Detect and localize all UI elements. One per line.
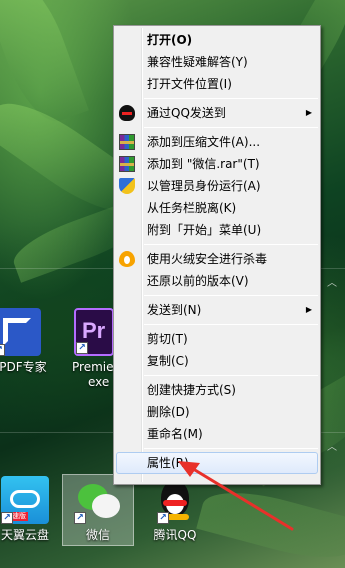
menu-item-label: 从任务栏脱离(K) (147, 201, 237, 215)
menu-item-label: 复制(C) (147, 354, 189, 368)
menu-item-label: 打开(O) (147, 33, 193, 47)
menu-item-label: 兼容性疑难解答(Y) (147, 55, 248, 69)
winrar-icon (119, 134, 135, 150)
menu-item-label: 删除(D) (147, 405, 190, 419)
menu-item-label: 使用火绒安全进行杀毒 (147, 252, 268, 266)
pdf-app-icon: ↗ (0, 308, 41, 356)
shortcut-arrow-icon: ↗ (1, 512, 13, 524)
menu-separator (144, 375, 318, 376)
menu-separator (144, 448, 318, 449)
menu-item-label: 添加到压缩文件(A)... (147, 135, 261, 149)
group-collapse-icon[interactable]: ︿ (327, 438, 337, 453)
huorong-icon (119, 251, 135, 267)
menu-separator (144, 127, 318, 128)
desktop-icon-tianyi-cloud[interactable]: 极速版 ↗ 天翼云盘 (0, 476, 56, 543)
menu-item-create-shortcut[interactable]: 创建快捷方式(S) (114, 379, 320, 401)
menu-item-label: 发送到(N) (147, 303, 202, 317)
menu-item-delete[interactable]: 删除(D) (114, 401, 320, 423)
desktop-icon-premiere[interactable]: Pr ↗ Premie exe (68, 308, 114, 390)
annotation-arrow (178, 461, 294, 531)
menu-item-label: 附到「开始」菜单(U) (147, 223, 262, 237)
menu-item-rename[interactable]: 重命名(M) (114, 423, 320, 445)
menu-item-label: 打开文件位置(I) (147, 77, 232, 91)
menu-item-label: 通过QQ发送到 (147, 106, 226, 120)
cloud-app-icon: 极速版 ↗ (1, 476, 49, 524)
menu-separator (144, 98, 318, 99)
menu-separator (144, 295, 318, 296)
menu-item-add-to-rar[interactable]: 添加到 "微信.rar"(T) (114, 153, 320, 175)
menu-item-add-to-archive[interactable]: 添加到压缩文件(A)... (114, 131, 320, 153)
menu-item-restore-previous[interactable]: 还原以前的版本(V) (114, 270, 320, 292)
desktop-icon-label: 微信 (85, 528, 110, 542)
menu-item-label: 创建快捷方式(S) (147, 383, 236, 397)
menu-separator (144, 244, 318, 245)
menu-item-label: 以管理员身份运行(A) (147, 179, 261, 193)
menu-item-compat-troubleshoot[interactable]: 兼容性疑难解答(Y) (114, 51, 320, 73)
menu-item-pin-start[interactable]: 附到「开始」菜单(U) (114, 219, 320, 241)
menu-item-huorong-scan[interactable]: 使用火绒安全进行杀毒 (114, 248, 320, 270)
menu-item-label: 还原以前的版本(V) (147, 274, 249, 288)
desktop-icon-label: 天翼云盘 (0, 528, 49, 542)
desktop-icon-label: 兴PDF专家 (0, 360, 47, 374)
shortcut-arrow-icon: ↗ (74, 512, 86, 524)
menu-item-label: 剪切(T) (147, 332, 188, 346)
menu-item-open-file-location[interactable]: 打开文件位置(I) (114, 73, 320, 95)
winrar-icon (119, 156, 135, 172)
shortcut-arrow-icon: ↗ (0, 344, 5, 356)
menu-item-unpin-taskbar[interactable]: 从任务栏脱离(K) (114, 197, 320, 219)
submenu-arrow-icon: ▶ (305, 305, 312, 314)
menu-item-cut[interactable]: 剪切(T) (114, 328, 320, 350)
premiere-glyph: Pr (82, 318, 106, 343)
menu-item-copy[interactable]: 复制(C) (114, 350, 320, 372)
shortcut-arrow-icon: ↗ (157, 512, 169, 524)
menu-item-run-as-admin[interactable]: 以管理员身份运行(A) (114, 175, 320, 197)
menu-item-label: 添加到 "微信.rar"(T) (147, 157, 260, 171)
desktop-icon-pdf[interactable]: ↗ 兴PDF专家 (0, 308, 48, 375)
menu-item-send-to[interactable]: 发送到(N) ▶ (114, 299, 320, 321)
context-menu: 打开(O) 兼容性疑难解答(Y) 打开文件位置(I) 通过QQ发送到 ▶ 添加到… (113, 25, 321, 485)
menu-separator (144, 324, 318, 325)
desktop-icon-label: exe (88, 375, 110, 389)
qq-penguin-icon (119, 105, 135, 121)
desktop-icon-label: Premie (72, 360, 114, 374)
premiere-app-icon: Pr ↗ (74, 308, 114, 356)
menu-item-open[interactable]: 打开(O) (114, 29, 320, 51)
menu-item-label: 重命名(M) (147, 427, 203, 441)
menu-item-send-via-qq[interactable]: 通过QQ发送到 ▶ (114, 102, 320, 124)
shortcut-arrow-icon: ↗ (76, 342, 88, 354)
group-collapse-icon[interactable]: ︿ (327, 274, 337, 289)
desktop-icon-wechat[interactable]: ↗ 微信 (67, 476, 129, 543)
uac-shield-icon (119, 178, 135, 194)
submenu-arrow-icon: ▶ (305, 108, 312, 117)
